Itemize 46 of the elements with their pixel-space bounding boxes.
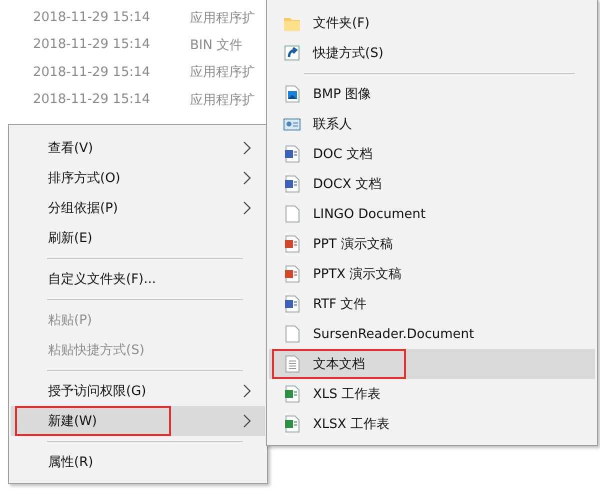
slides-document-icon bbox=[283, 235, 301, 253]
file-type: 应用程序扩 bbox=[190, 64, 255, 82]
spreadsheet-document-icon bbox=[283, 415, 301, 433]
menu-item[interactable]: 授予访问权限(G) bbox=[11, 376, 265, 406]
modified-date: 2018-11-29 15:14 bbox=[33, 92, 152, 108]
menu-item[interactable]: 排序方式(O) bbox=[11, 163, 265, 193]
menu-item[interactable]: 查看(V) bbox=[11, 133, 265, 163]
menu-item[interactable]: 快捷方式(S) bbox=[269, 38, 595, 68]
chevron-right-icon bbox=[243, 171, 251, 185]
blank-document-icon bbox=[283, 325, 301, 343]
menu-item[interactable]: 分组依据(P) bbox=[11, 193, 265, 223]
menu-item[interactable]: 文本文档 bbox=[269, 349, 595, 379]
spreadsheet-document-icon bbox=[283, 385, 301, 403]
text-document-icon bbox=[283, 355, 301, 373]
modified-date: 2018-11-29 15:14 bbox=[33, 10, 152, 26]
word-document-icon bbox=[283, 145, 301, 163]
word-document-icon bbox=[283, 295, 301, 313]
menu-item[interactable]: 文件夹(F) bbox=[269, 8, 595, 38]
menu-item[interactable]: PPTX 演示文稿 bbox=[269, 259, 595, 289]
menu-item[interactable]: BMP 图像 bbox=[269, 79, 595, 109]
chevron-right-icon bbox=[243, 414, 251, 428]
modified-date: 2018-11-29 15:14 bbox=[33, 37, 152, 52]
menu-item[interactable]: 新建(W) bbox=[11, 406, 265, 436]
menu-item[interactable]: 自定义文件夹(F)... bbox=[11, 264, 265, 294]
word-document-icon bbox=[283, 175, 301, 193]
menu-item[interactable]: 属性(R) bbox=[11, 447, 265, 477]
menu-item[interactable]: DOC 文档 bbox=[269, 139, 595, 169]
menu-item[interactable]: XLSX 工作表 bbox=[269, 409, 595, 439]
chevron-right-icon bbox=[243, 201, 251, 215]
image-file-icon bbox=[283, 85, 301, 103]
menu-item[interactable]: XLS 工作表 bbox=[269, 379, 595, 409]
modified-date: 2018-11-29 15:14 bbox=[33, 64, 152, 80]
chevron-right-icon bbox=[243, 384, 251, 398]
slides-document-icon bbox=[283, 265, 301, 283]
menu-item[interactable]: PPT 演示文稿 bbox=[269, 229, 595, 259]
menu-item[interactable]: RTF 文件 bbox=[269, 289, 595, 319]
blank-document-icon bbox=[283, 205, 301, 223]
menu-item[interactable]: LINGO Document bbox=[269, 199, 595, 229]
file-type: 应用程序扩 bbox=[190, 10, 255, 27]
menu-item[interactable]: SursenReader.Document bbox=[269, 319, 595, 349]
menu-item[interactable]: 刷新(E) bbox=[11, 223, 265, 253]
file-type: BIN 文件 bbox=[190, 36, 243, 54]
menu-item[interactable]: DOCX 文档 bbox=[269, 169, 595, 199]
menu-item[interactable]: 联系人 bbox=[269, 109, 595, 139]
chevron-right-icon bbox=[243, 141, 251, 155]
file-type: 应用程序扩 bbox=[190, 92, 255, 109]
